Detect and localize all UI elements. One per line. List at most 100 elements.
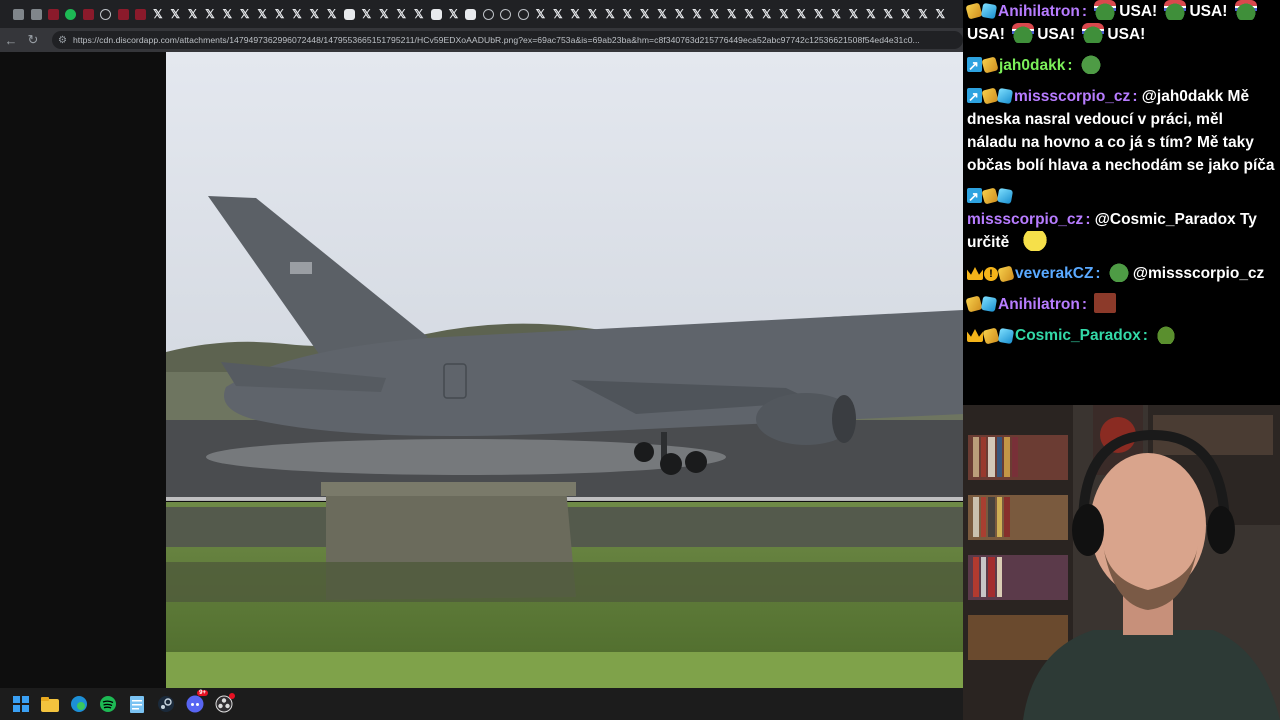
browser-tab[interactable] xyxy=(80,4,97,24)
x-logo-icon: 𝕏 xyxy=(657,7,667,21)
spotify-icon[interactable] xyxy=(97,693,119,715)
x-logo-icon: 𝕏 xyxy=(639,7,650,21)
sub-badge-icon xyxy=(965,295,983,313)
globe-icon xyxy=(482,8,494,20)
chat-username[interactable]: jah0dakk xyxy=(999,57,1065,74)
browser-tab[interactable]: 𝕏 xyxy=(306,4,323,24)
browser-tab[interactable]: 𝕏 xyxy=(810,4,827,24)
browser-tab[interactable]: 𝕏 xyxy=(914,4,931,24)
browser-tab[interactable]: 𝕏 xyxy=(393,4,410,24)
browser-tab[interactable]: 𝕏 xyxy=(184,4,201,24)
browser-tab[interactable]: 𝕏 xyxy=(862,4,879,24)
browser-tab[interactable]: 𝕏 xyxy=(688,4,705,24)
browser-tab[interactable]: 𝕏 xyxy=(236,4,253,24)
chat-username[interactable]: missscorpio_cz xyxy=(1014,88,1130,105)
chat-message: Anihilatron: USA! USA! USA! USA! USA! xyxy=(965,0,1276,46)
file-explorer-icon[interactable] xyxy=(39,693,61,715)
browser-tab[interactable]: 𝕏 xyxy=(827,4,844,24)
x-logo-icon: 𝕏 xyxy=(796,7,807,21)
chat-username[interactable]: missscorpio_cz xyxy=(967,211,1083,228)
discord-icon[interactable]: 9+ xyxy=(184,690,208,715)
browser-tab[interactable] xyxy=(497,4,514,24)
windows-start-icon[interactable] xyxy=(10,693,32,715)
browser-tab[interactable]: 𝕏 xyxy=(636,4,653,24)
chat-message: missscorpio_cz: @jah0dakk Mě dneska nasr… xyxy=(967,85,1276,177)
browser-tab[interactable] xyxy=(514,4,531,24)
browser-tab[interactable]: 𝕏 xyxy=(549,4,566,24)
browser-tab[interactable]: 𝕏 xyxy=(253,4,270,24)
chat-badges xyxy=(967,185,1014,208)
browser-tab[interactable] xyxy=(462,4,479,24)
browser-tab[interactable] xyxy=(132,4,149,24)
browser-tab[interactable]: 𝕏 xyxy=(149,4,166,24)
edge-icon[interactable] xyxy=(68,693,90,715)
image-viewer xyxy=(0,52,963,688)
browser-tab[interactable] xyxy=(10,4,27,24)
browser-tab[interactable]: 𝕏 xyxy=(671,4,688,24)
arrow-left-icon[interactable]: ← xyxy=(0,29,22,51)
chat-text: USA! xyxy=(1107,26,1146,43)
browser-tab[interactable]: 𝕏 xyxy=(793,4,810,24)
aircraft-photo xyxy=(166,52,963,688)
browser-tab[interactable]: 𝕏 xyxy=(932,4,949,24)
browser-tab[interactable]: 𝕏 xyxy=(323,4,340,24)
browser-tab[interactable]: 𝕏 xyxy=(410,4,427,24)
browser-tab[interactable]: 𝕏 xyxy=(706,4,723,24)
browser-tab[interactable] xyxy=(427,4,444,24)
browser-tab[interactable]: 𝕏 xyxy=(758,4,775,24)
browser-tab[interactable]: 𝕏 xyxy=(288,4,305,24)
chat-username[interactable]: Anihilatron xyxy=(998,3,1080,20)
browser-tab[interactable] xyxy=(480,4,497,24)
browser-tab[interactable]: 𝕏 xyxy=(271,4,288,24)
browser-tab[interactable] xyxy=(340,4,357,24)
browser-tab[interactable] xyxy=(27,4,44,24)
x-logo-icon: 𝕏 xyxy=(865,7,876,21)
notepad-icon[interactable] xyxy=(126,693,148,715)
browser-tab[interactable] xyxy=(62,4,79,24)
minion-emote-icon xyxy=(1016,231,1053,251)
browser-window: 𝕏𝕏𝕏𝕏𝕏𝕏𝕏𝕏𝕏𝕏𝕏𝕏𝕏𝕏𝕏𝕏𝕏𝕏𝕏𝕏𝕏𝕏𝕏𝕏𝕏𝕏𝕏𝕏𝕏𝕏𝕏𝕏𝕏𝕏𝕏𝕏𝕏𝕏𝕏𝕏… xyxy=(0,0,963,688)
site-info-icon[interactable]: ⚙ xyxy=(58,35,67,46)
browser-tab[interactable]: 𝕏 xyxy=(619,4,636,24)
x-logo-icon: 𝕏 xyxy=(535,7,546,21)
chat-colon: : xyxy=(1095,265,1105,282)
browser-tab[interactable]: 𝕏 xyxy=(358,4,375,24)
browser-tab[interactable]: 𝕏 xyxy=(375,4,392,24)
browser-tab[interactable]: 𝕏 xyxy=(201,4,218,24)
browser-tab[interactable]: 𝕏 xyxy=(723,4,740,24)
obs-icon[interactable] xyxy=(213,693,235,715)
chat-username[interactable]: veverakCZ xyxy=(1015,265,1093,282)
tab-favicon-icon xyxy=(47,8,59,20)
browser-tab[interactable]: 𝕏 xyxy=(532,4,549,24)
browser-tab[interactable]: 𝕏 xyxy=(601,4,618,24)
chat-colon: : xyxy=(1142,327,1153,344)
omnibox[interactable]: ⚙ https://cdn.discordapp.com/attachments… xyxy=(52,31,963,49)
sub-badge-icon xyxy=(997,264,1015,283)
pepe-usa-emote-icon xyxy=(1094,0,1117,20)
steam-icon[interactable] xyxy=(155,693,177,715)
x-logo-icon: 𝕏 xyxy=(848,7,859,21)
browser-tab[interactable]: 𝕏 xyxy=(845,4,862,24)
x-logo-icon: 𝕏 xyxy=(379,7,389,21)
browser-tab[interactable] xyxy=(45,4,62,24)
chat-username[interactable]: Anihilatron xyxy=(998,296,1080,313)
browser-tab[interactable] xyxy=(97,4,114,24)
browser-tab[interactable]: 𝕏 xyxy=(567,4,584,24)
browser-tab[interactable]: 𝕏 xyxy=(167,4,184,24)
browser-tab[interactable]: 𝕏 xyxy=(897,4,914,24)
chat-message: ! veverakCZ: @missscorpio_cz xyxy=(967,262,1276,285)
browser-tab[interactable] xyxy=(114,4,131,24)
x-logo-icon: 𝕏 xyxy=(274,7,285,21)
browser-tab[interactable]: 𝕏 xyxy=(653,4,670,24)
browser-tab[interactable]: 𝕏 xyxy=(219,4,236,24)
browser-tab[interactable]: 𝕏 xyxy=(584,4,601,24)
reload-icon[interactable]: ↻ xyxy=(22,29,44,51)
chat-username[interactable]: Cosmic_Paradox xyxy=(1015,327,1141,344)
browser-tab[interactable]: 𝕏 xyxy=(445,4,462,24)
x-logo-icon: 𝕏 xyxy=(396,7,407,21)
url-text: https://cdn.discordapp.com/attachments/1… xyxy=(72,35,920,45)
browser-tab[interactable]: 𝕏 xyxy=(740,4,757,24)
pepe-usa-emote-icon xyxy=(1164,0,1187,20)
browser-tab[interactable]: 𝕏 xyxy=(880,4,897,24)
browser-tab[interactable]: 𝕏 xyxy=(775,4,792,24)
